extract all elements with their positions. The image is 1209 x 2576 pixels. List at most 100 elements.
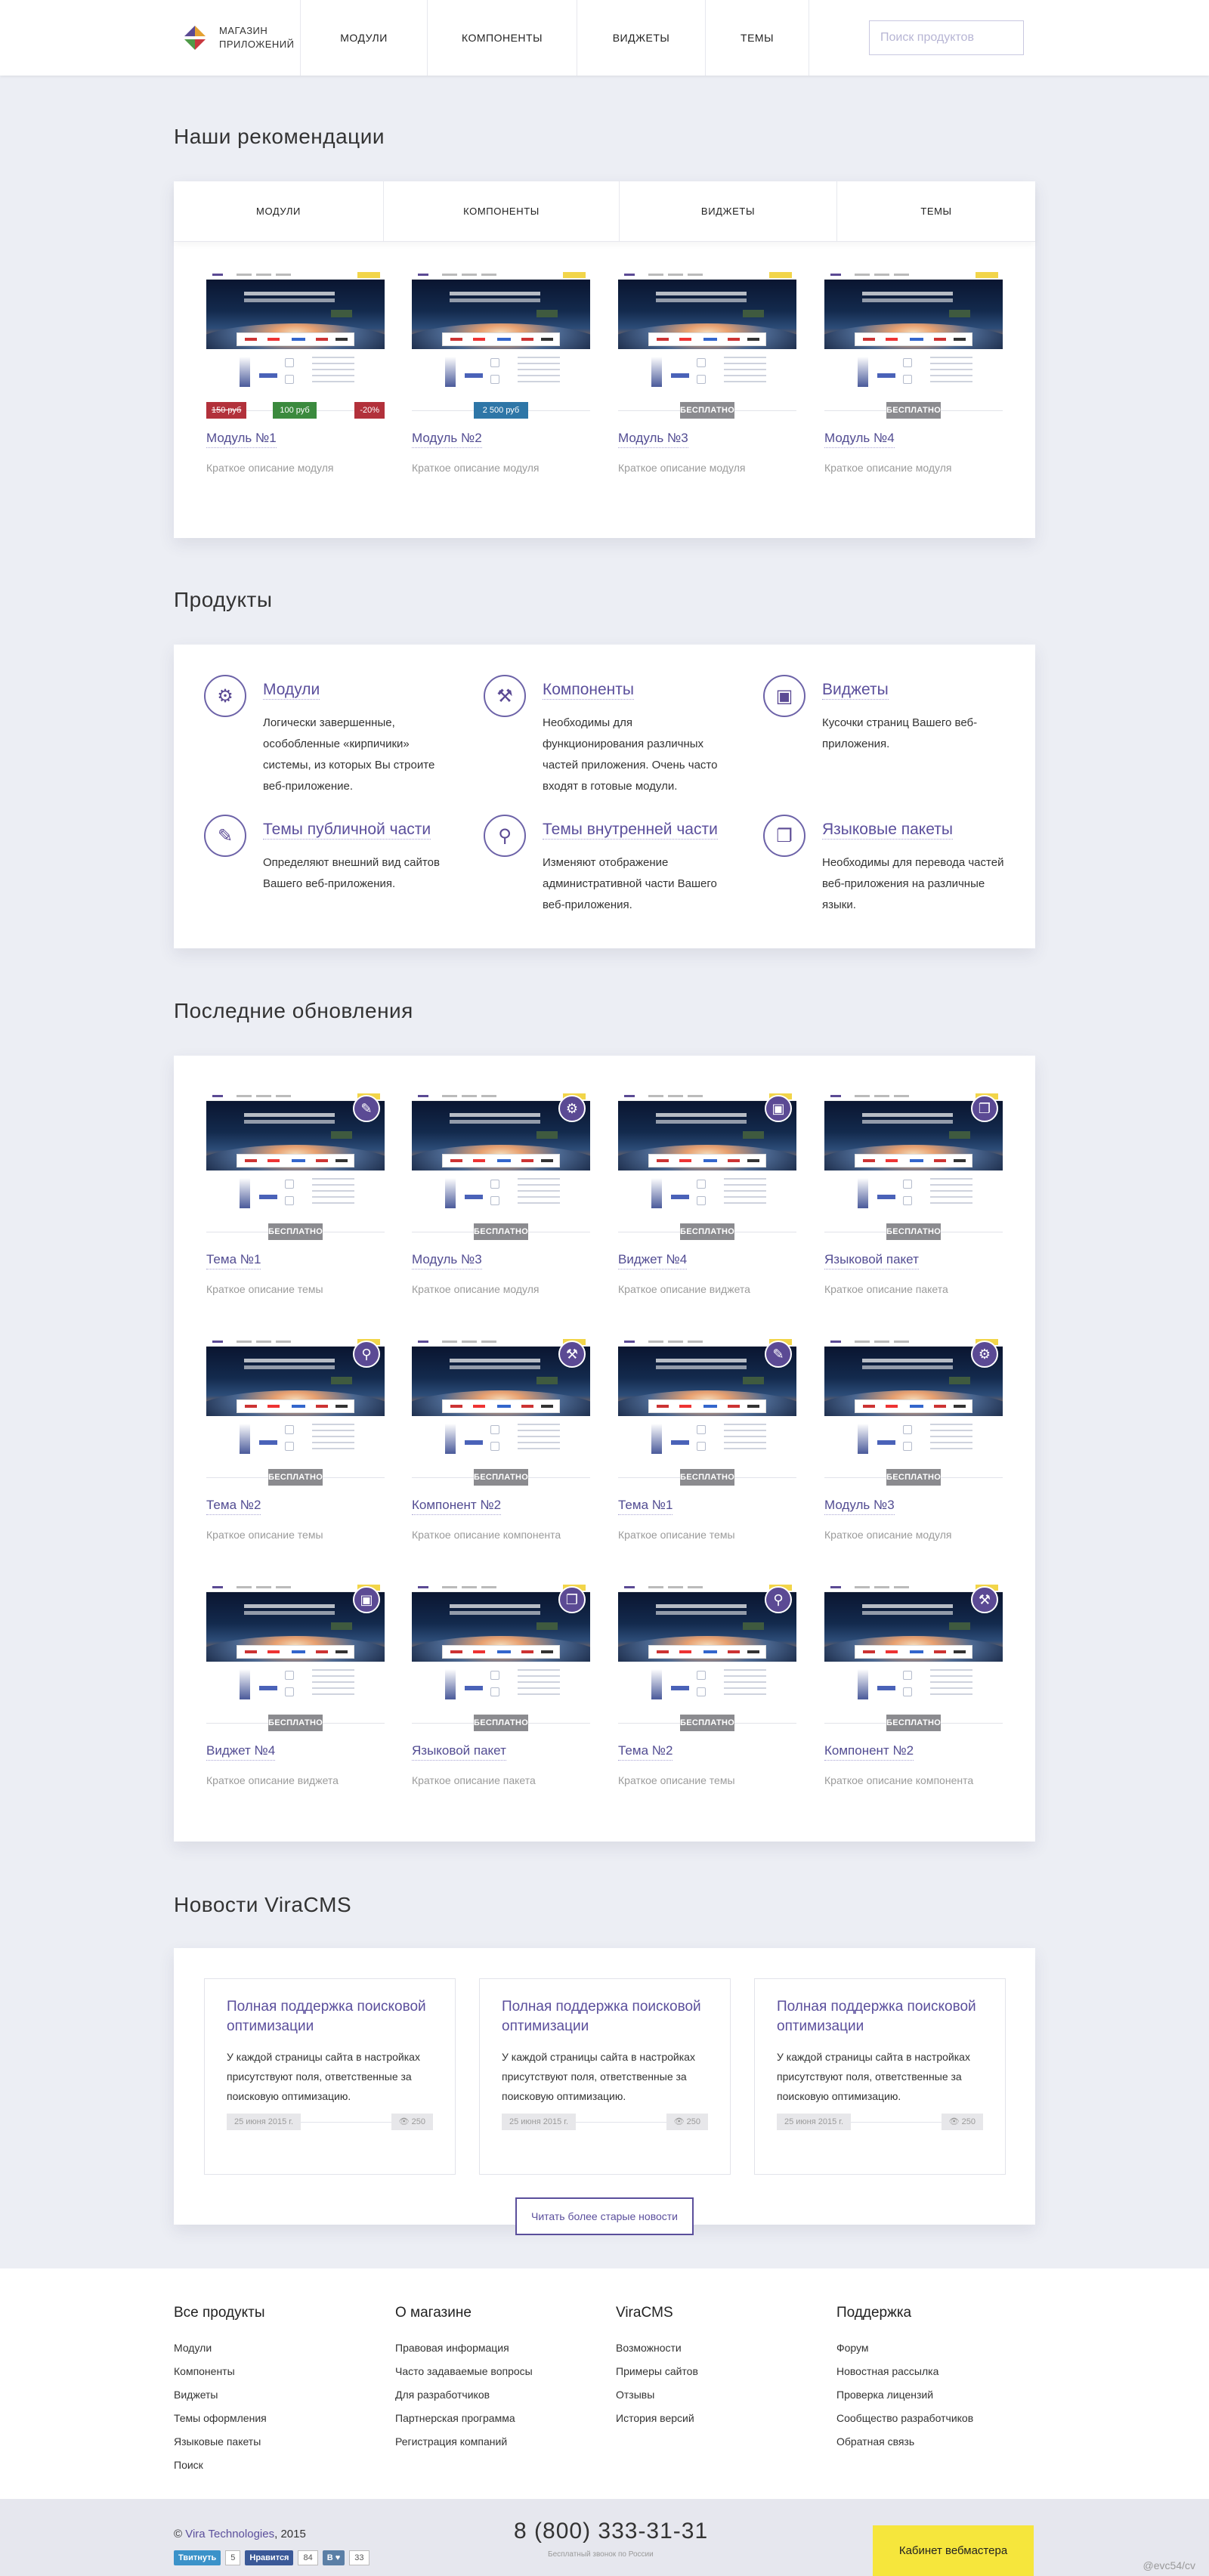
product-screenshot[interactable]: [618, 271, 796, 399]
footer-link[interactable]: Обратная связь: [836, 2430, 1048, 2454]
product-tile[interactable]: ⚙ БЕСПЛАТНО Модуль №3 Краткое описание моду…: [824, 1337, 1003, 1541]
footer-link[interactable]: Отзывы: [616, 2383, 827, 2407]
nav-widgets[interactable]: ВИДЖЕТЫ: [577, 0, 705, 76]
language-icon: ❐: [971, 1095, 998, 1122]
phone-number[interactable]: 8 (800) 333-31-31: [514, 2519, 708, 2544]
footer-link[interactable]: Правовая информация: [395, 2336, 607, 2360]
footer-link[interactable]: Сообщество разработчиков: [836, 2407, 1048, 2430]
product-tile[interactable]: БЕСПЛАТНО Модуль №4 Краткое описание модул…: [824, 271, 1003, 474]
footer-link[interactable]: Виджеты: [174, 2383, 385, 2407]
product-tile[interactable]: ✎ БЕСПЛАТНО Тема №1 Краткое описание темы: [618, 1337, 796, 1541]
vk-like-button[interactable]: В ♥: [322, 2550, 345, 2565]
facebook-like-button[interactable]: Нравится: [245, 2550, 294, 2565]
free-badge: БЕСПЛАТНО: [680, 1223, 734, 1240]
hierarchy-icon: ⚲: [484, 815, 526, 857]
tab-components[interactable]: КОМПОНЕНТЫ: [384, 181, 620, 241]
product-tile[interactable]: ⚙ БЕСПЛАТНО Модуль №3 Краткое описание моду…: [412, 1092, 590, 1295]
facebook-like-count: 84: [298, 2550, 318, 2565]
product-title-link[interactable]: Виджет №4: [206, 1743, 276, 1761]
webmaster-cabinet-button[interactable]: Кабинет вебмастера: [873, 2525, 1034, 2576]
footer-link[interactable]: История версий: [616, 2407, 827, 2430]
product-category-link[interactable]: Языковые пакеты: [822, 821, 953, 840]
nav-themes[interactable]: ТЕМЫ: [705, 0, 809, 76]
tweet-count: 5: [225, 2550, 241, 2565]
tweet-button[interactable]: Твитнуть: [174, 2550, 221, 2565]
product-tile[interactable]: ❐ БЕСПЛАТНО Языковой пакет Краткое описание…: [412, 1583, 590, 1786]
product-screenshot[interactable]: [206, 271, 385, 399]
product-title-link[interactable]: Тема №1: [618, 1498, 673, 1515]
search-input[interactable]: [869, 20, 1024, 55]
language-icon: ❐: [558, 1586, 586, 1613]
tab-themes[interactable]: ТЕМЫ: [837, 181, 1035, 241]
product-screenshot[interactable]: [824, 271, 1003, 399]
price-line: 150 руб 100 руб -20%: [206, 402, 385, 419]
product-tile[interactable]: ▣ БЕСПЛАТНО Виджет №4 Краткое описание видж…: [206, 1583, 385, 1786]
footer-link[interactable]: Темы оформления: [174, 2407, 385, 2430]
product-title-link[interactable]: Тема №2: [206, 1498, 261, 1515]
price-line: БЕСПЛАТНО: [206, 1469, 385, 1486]
product-tile[interactable]: ⚒ БЕСПЛАТНО Компонент №2 Краткое описание к…: [824, 1583, 1003, 1786]
tab-modules[interactable]: МОДУЛИ: [174, 181, 384, 241]
product-description: Краткое описание компонента: [412, 1529, 561, 1541]
product-tile[interactable]: ❐ БЕСПЛАТНО Языковой пакет Краткое описание…: [824, 1092, 1003, 1295]
product-title-link[interactable]: Виджет №4: [618, 1252, 688, 1269]
footer-link[interactable]: Часто задаваемые вопросы: [395, 2360, 607, 2383]
product-category-link[interactable]: Компоненты: [543, 681, 634, 700]
footer-link[interactable]: Языковые пакеты: [174, 2430, 385, 2454]
product-tile[interactable]: ✎ БЕСПЛАТНО Тема №1 Краткое описание темы: [206, 1092, 385, 1295]
older-news-button[interactable]: Читать более старые новости: [515, 2197, 694, 2235]
product-title-link[interactable]: Модуль №3: [824, 1498, 895, 1515]
product-description: Краткое описание модуля: [412, 1283, 540, 1295]
store-logo[interactable]: МАГАЗИН ПРИЛОЖЕНИЙ: [180, 23, 294, 53]
product-tile[interactable]: ⚲ БЕСПЛАТНО Тема №2 Краткое описание темы: [206, 1337, 385, 1541]
footer-link[interactable]: Регистрация компаний: [395, 2430, 607, 2454]
news-title-link[interactable]: Полная поддержка поисковой оптимизации: [227, 1997, 438, 2036]
product-category-description: Определяют внешний вид сайтов Вашего веб…: [263, 856, 440, 890]
news-title-link[interactable]: Полная поддержка поисковой оптимизации: [502, 1997, 713, 2036]
product-title-link[interactable]: Модуль №3: [618, 431, 688, 448]
footer-link[interactable]: Поиск: [174, 2454, 385, 2477]
updates-card: ✎ БЕСПЛАТНО Тема №1 Краткое описание темы ⚙ Б…: [174, 1056, 1035, 1842]
nav-components[interactable]: КОМПОНЕНТЫ: [427, 0, 577, 76]
footer-link[interactable]: Партнерская программа: [395, 2407, 607, 2430]
product-title-link[interactable]: Компонент №2: [824, 1743, 914, 1761]
price-line: БЕСПЛАТНО: [824, 1223, 1003, 1240]
tab-widgets[interactable]: ВИДЖЕТЫ: [620, 181, 837, 241]
product-title-link[interactable]: Языковой пакет: [824, 1252, 919, 1269]
footer-link[interactable]: Форум: [836, 2336, 1048, 2360]
product-tile[interactable]: ▣ БЕСПЛАТНО Виджет №4 Краткое описание видж…: [618, 1092, 796, 1295]
footer-link[interactable]: Возможности: [616, 2336, 827, 2360]
eye-icon: 👁: [673, 2117, 685, 2126]
logo-icon: [184, 26, 206, 50]
product-category-link[interactable]: Виджеты: [822, 681, 889, 700]
price-line: БЕСПЛАТНО: [412, 1223, 590, 1240]
product-title-link[interactable]: Тема №2: [618, 1743, 673, 1761]
footer-link[interactable]: Для разработчиков: [395, 2383, 607, 2407]
footer-link[interactable]: Компоненты: [174, 2360, 385, 2383]
product-tile[interactable]: 150 руб 100 руб -20% Модуль №1 Краткое описа…: [206, 271, 385, 474]
product-title-link[interactable]: Языковой пакет: [412, 1743, 506, 1761]
footer-link[interactable]: Модули: [174, 2336, 385, 2360]
product-title-link[interactable]: Модуль №3: [412, 1252, 482, 1269]
footer-link[interactable]: Новостная рассылка: [836, 2360, 1048, 2383]
product-screenshot[interactable]: [412, 271, 590, 399]
product-category-link[interactable]: Модули: [263, 681, 320, 700]
product-tile[interactable]: 2 500 руб Модуль №2 Краткое описание модул…: [412, 271, 590, 474]
company-link[interactable]: Vira Technologies: [185, 2528, 274, 2540]
product-title-link[interactable]: Тема №1: [206, 1252, 261, 1269]
product-title-link[interactable]: Компонент №2: [412, 1498, 502, 1515]
product-tile[interactable]: ⚲ БЕСПЛАТНО Тема №2 Краткое описание темы: [618, 1583, 796, 1786]
footer-link[interactable]: Проверка лицензий: [836, 2383, 1048, 2407]
product-title-link[interactable]: Модуль №2: [412, 431, 482, 448]
product-title-link[interactable]: Модуль №4: [824, 431, 895, 448]
product-tile[interactable]: ⚒ БЕСПЛАТНО Компонент №2 Краткое описание к…: [412, 1337, 590, 1541]
nav-modules[interactable]: МОДУЛИ: [300, 0, 427, 76]
site-footer: Все продукты Модули Компоненты Виджеты Темы …: [0, 2268, 1209, 2499]
price-badge: 100 руб: [273, 402, 317, 419]
product-tile[interactable]: БЕСПЛАТНО Модуль №3 Краткое описание модул…: [618, 271, 796, 474]
product-category-link[interactable]: Темы публичной части: [263, 821, 431, 840]
news-title-link[interactable]: Полная поддержка поисковой оптимизации: [777, 1997, 988, 2036]
product-category-link[interactable]: Темы внутренней части: [543, 821, 718, 840]
footer-link[interactable]: Примеры сайтов: [616, 2360, 827, 2383]
product-title-link[interactable]: Модуль №1: [206, 431, 277, 448]
